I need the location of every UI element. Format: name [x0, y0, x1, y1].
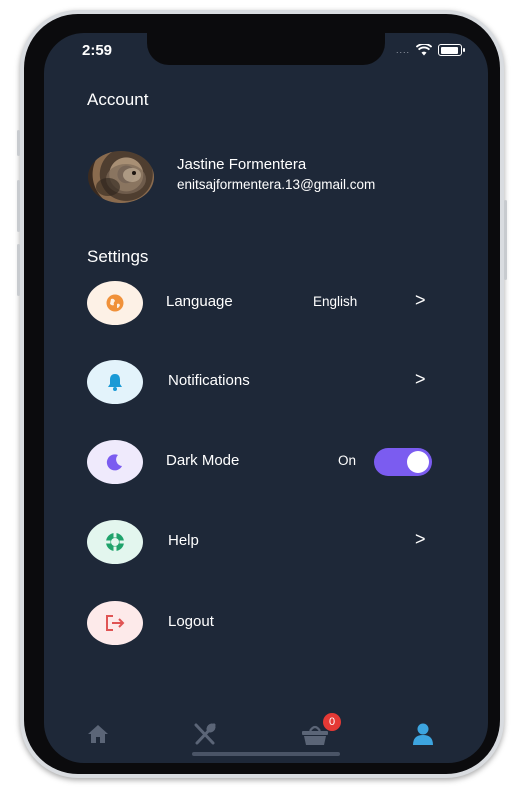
- volume-up-button: [17, 180, 20, 232]
- mute-switch: [17, 130, 20, 156]
- lifebuoy-icon: [105, 532, 125, 552]
- user-email: enitsajformentera.13@gmail.com: [177, 177, 376, 192]
- language-label: Language: [166, 293, 233, 310]
- notifications-label: Notifications: [168, 372, 250, 389]
- tab-profile[interactable]: [408, 719, 438, 749]
- battery-icon: [438, 44, 465, 56]
- app-screen: 2:59 .... Account Jastine Formentera eni…: [44, 33, 488, 763]
- logout-icon: [106, 615, 125, 631]
- settings-heading: Settings: [87, 247, 149, 266]
- volume-down-button: [17, 244, 20, 296]
- home-indicator: [192, 752, 340, 756]
- status-icons: ....: [395, 44, 465, 56]
- settings-item-help[interactable]: Help >: [44, 520, 488, 566]
- settings-item-logout[interactable]: Logout: [44, 601, 488, 647]
- tab-menu[interactable]: [190, 719, 220, 749]
- wifi-icon: [416, 44, 432, 56]
- utensils-icon: [194, 723, 216, 745]
- cart-badge: 0: [323, 713, 341, 731]
- dark-mode-toggle[interactable]: [374, 448, 432, 476]
- avatar[interactable]: [88, 151, 154, 203]
- language-value: English: [313, 294, 358, 309]
- logout-label: Logout: [168, 613, 214, 630]
- chevron-right-icon: >: [415, 529, 426, 549]
- logout-icon-circle: [87, 601, 143, 645]
- status-time: 2:59: [82, 42, 113, 59]
- account-heading: Account: [87, 90, 149, 109]
- dark-mode-value: On: [338, 453, 357, 468]
- settings-item-language[interactable]: Language English >: [44, 281, 488, 327]
- settings-item-dark-mode: Dark Mode On: [44, 440, 488, 486]
- dark-mode-label: Dark Mode: [166, 452, 240, 469]
- signal-dots: ....: [395, 45, 410, 55]
- chevron-right-icon: >: [415, 369, 426, 389]
- settings-item-notifications[interactable]: Notifications >: [44, 360, 488, 406]
- phone-frame: 2:59 .... Account Jastine Formentera eni…: [17, 10, 507, 778]
- tab-bar: 0: [44, 713, 488, 763]
- chevron-right-icon: >: [415, 290, 426, 310]
- user-name: Jastine Formentera: [177, 156, 307, 173]
- user-icon: [413, 723, 433, 745]
- notch: [147, 33, 385, 65]
- power-button: [504, 200, 507, 280]
- home-icon: [88, 725, 108, 743]
- toggle-knob: [407, 451, 429, 473]
- globe-icon: [106, 294, 124, 312]
- cat-photo: [96, 164, 146, 196]
- help-label: Help: [168, 532, 199, 549]
- dark-mode-icon-circle: [87, 440, 143, 484]
- notifications-icon-circle: [87, 360, 143, 404]
- language-icon-circle: [87, 281, 143, 325]
- phone-bezel: 2:59 .... Account Jastine Formentera eni…: [24, 14, 500, 774]
- moon-icon: [106, 454, 122, 471]
- bell-icon: [108, 374, 122, 391]
- tab-home[interactable]: [83, 719, 113, 749]
- help-icon-circle: [87, 520, 143, 564]
